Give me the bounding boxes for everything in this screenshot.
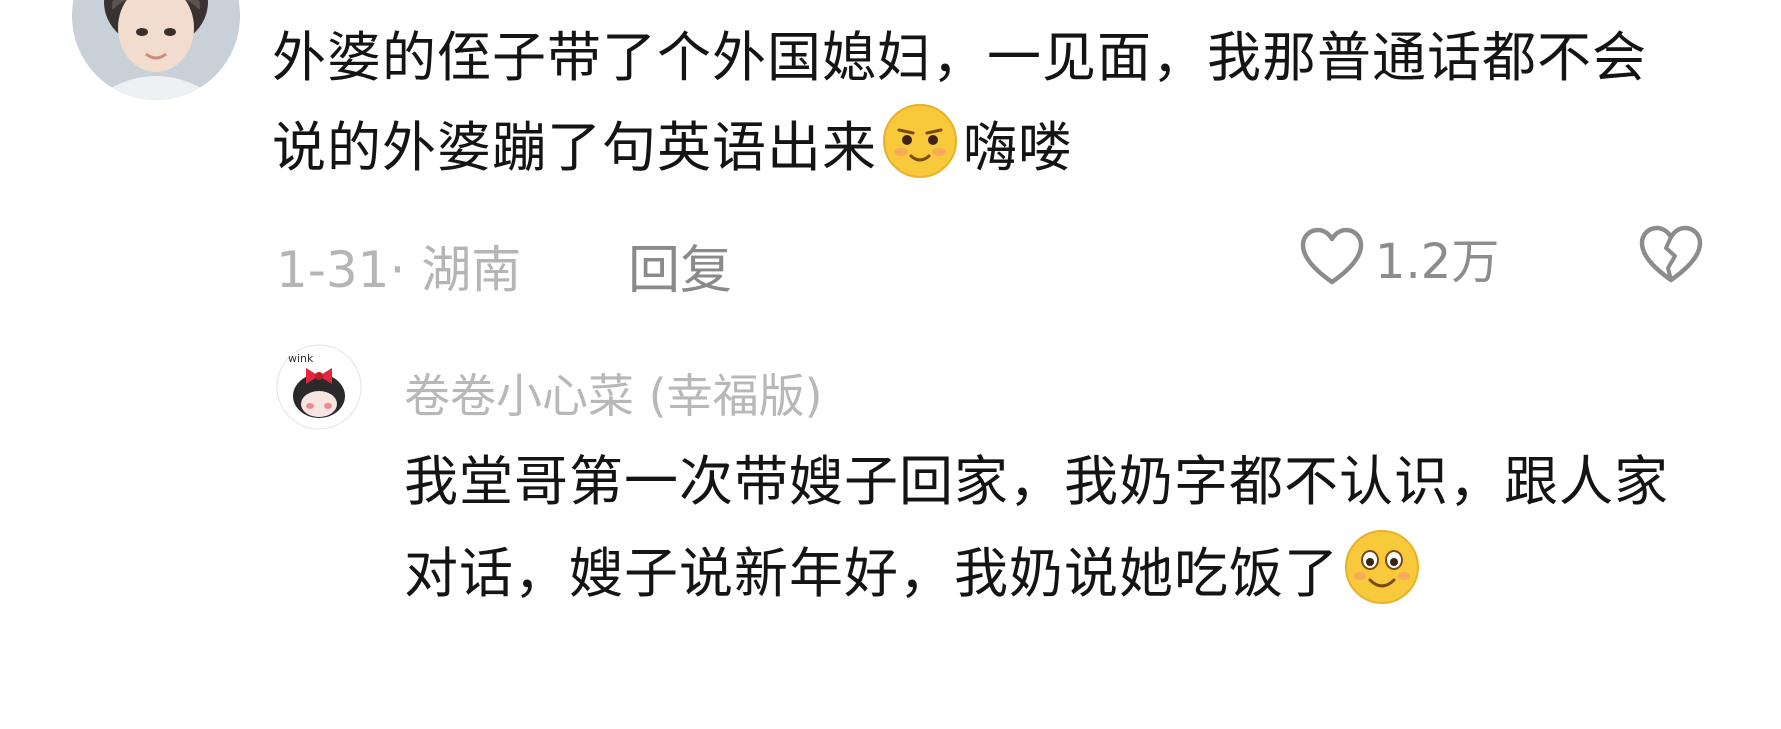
reply-username[interactable]: 卷卷小心菜 (幸福版) bbox=[404, 360, 823, 426]
heart-icon bbox=[1300, 227, 1364, 285]
smirk-emoji-icon bbox=[881, 102, 959, 180]
reply-body: 我堂哥第一次带嫂子回家，我奶字都不认识，跟人家对话，嫂子说新年好，我奶说她吃饭了 bbox=[404, 436, 1694, 620]
comment-text-part1: 外婆的侄子带了个外国媳妇，一见面，我那普通话都不会说的外婆蹦了句英语出来 bbox=[272, 26, 1647, 179]
comment-meta-row: 1-31· 湖南 回复 1.2万 bbox=[276, 222, 1726, 301]
reply-button[interactable]: 回复 bbox=[628, 228, 732, 303]
commenter-avatar-image bbox=[72, 0, 240, 100]
comment-body: 外婆的侄子带了个外国媳妇，一见面，我那普通话都不会说的外婆蹦了句英语出来 嗨喽 bbox=[272, 14, 1662, 192]
reply-text: 我堂哥第一次带嫂子回家，我奶字都不认识，跟人家对话，嫂子说新年好，我奶说她吃饭了 bbox=[404, 450, 1669, 605]
reply-avatar-image: wink bbox=[276, 344, 362, 430]
like-count: 1.2万 bbox=[1375, 234, 1500, 290]
like-button[interactable]: 1.2万 bbox=[1299, 222, 1499, 292]
smile-emoji-icon bbox=[1343, 528, 1421, 606]
comment-text-part2: 嗨喽 bbox=[963, 116, 1073, 179]
commenter-avatar[interactable] bbox=[72, 0, 240, 100]
comment-date-location: 1-31· 湖南 bbox=[276, 241, 522, 299]
dislike-button[interactable] bbox=[1638, 224, 1704, 290]
reply-avatar[interactable]: wink bbox=[276, 344, 362, 430]
wink-badge-text: wink bbox=[288, 352, 314, 365]
broken-heart-icon bbox=[1639, 225, 1703, 283]
comment-thread: 外婆的侄子带了个外国媳妇，一见面，我那普通话都不会说的外婆蹦了句英语出来 嗨喽 … bbox=[0, 0, 1781, 729]
